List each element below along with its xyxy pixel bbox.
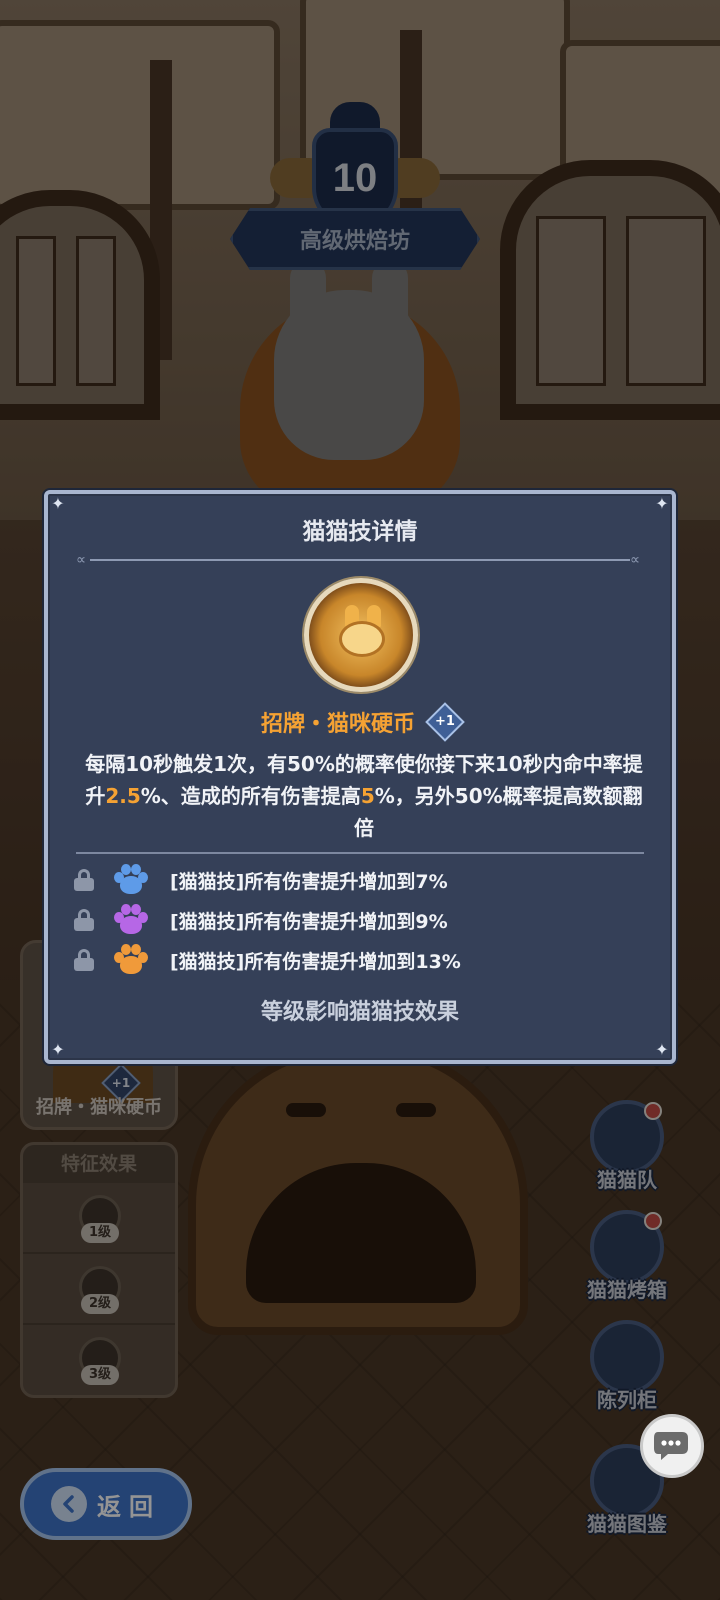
cat-coin-skill-icon	[304, 578, 418, 692]
modal-footer-note: 等级影响猫猫技效果	[260, 1000, 459, 1025]
bonus-text: [猫猫技]所有伤害提升增加到7%	[170, 870, 448, 893]
orange-paw-icon	[112, 942, 148, 978]
bonus-row: [猫猫技]所有伤害提升增加到9%	[74, 900, 644, 940]
bonus-row: [猫猫技]所有伤害提升增加到7%	[74, 860, 644, 900]
bonus-text: [猫猫技]所有伤害提升增加到9%	[170, 910, 448, 933]
cat-skill-detail-modal: ✦ ✦ ✦ ✦ 猫猫技详情 ∝ ∝ 招牌・猫咪硬币 +1 每隔10秒触发1次，有…	[44, 490, 676, 1064]
lock-icon	[74, 869, 94, 891]
skill-plus-badge: +1	[425, 702, 465, 742]
corner-sparkle-icon: ✦	[51, 1040, 65, 1059]
highlight-value: 2.5	[105, 784, 141, 808]
skill-name-row: 招牌・猫咪硬币 +1	[48, 702, 672, 742]
lock-icon	[74, 909, 94, 931]
corner-sparkle-icon: ✦	[655, 494, 669, 513]
blue-paw-icon	[112, 862, 148, 898]
modal-title: 猫猫技详情	[302, 519, 418, 545]
description-separator	[76, 852, 644, 854]
bonus-text: [猫猫技]所有伤害提升增加到13%	[170, 950, 461, 973]
lock-icon	[74, 949, 94, 971]
corner-sparkle-icon: ✦	[655, 1040, 669, 1059]
purple-paw-icon	[112, 902, 148, 938]
chat-bubble-icon	[654, 1432, 688, 1460]
skill-description: 每隔10秒触发1次，有50%的概率使你接下来10秒内命中率提升2.5%、造成的所…	[85, 752, 643, 840]
skill-name: 招牌・猫咪硬币	[260, 712, 415, 737]
title-divider: ∝ ∝	[76, 552, 641, 568]
chat-button[interactable]	[640, 1414, 704, 1478]
corner-sparkle-icon: ✦	[51, 494, 65, 513]
bonus-row: [猫猫技]所有伤害提升增加到13%	[74, 940, 644, 980]
highlight-value: 5	[360, 784, 375, 808]
